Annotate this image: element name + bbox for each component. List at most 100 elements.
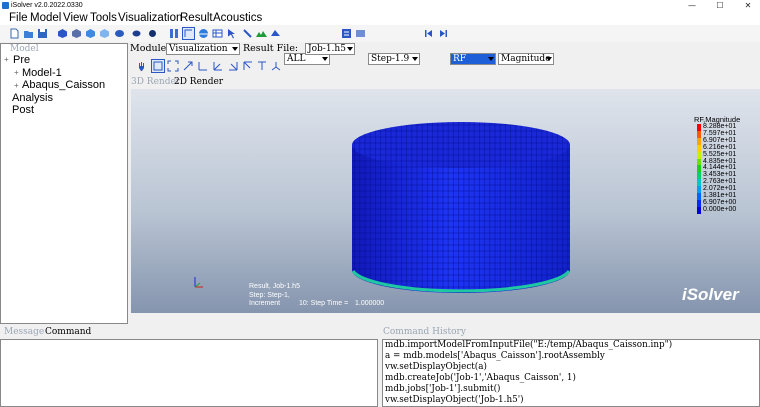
expander-icon[interactable]: +	[14, 68, 19, 77]
fit-view-icon[interactable]	[167, 60, 179, 72]
filter-select-value: ALL	[287, 54, 306, 64]
close-button[interactable]: ✕	[741, 0, 755, 11]
result-file-icon[interactable]	[341, 28, 352, 39]
tree-item-pre[interactable]: Pre	[13, 54, 30, 66]
render-viewport[interactable]: RF,Magnitude 8.288e+01 7.597e+01 6.907e+01…	[131, 89, 760, 313]
menu-view[interactable]: View	[63, 11, 88, 25]
surface-icon[interactable]	[114, 28, 125, 39]
shell-icon[interactable]	[131, 28, 142, 39]
tree-item-abaqus-caisson[interactable]: Abaqus_Caisson	[22, 79, 105, 91]
menu-file[interactable]: File	[9, 11, 28, 25]
chevron-down-icon	[412, 57, 418, 61]
result-file-label: Result File:	[243, 43, 299, 54]
module-label: Module:	[130, 43, 170, 54]
view-right-icon[interactable]	[242, 60, 254, 72]
app-icon	[2, 2, 9, 9]
menu-bar: File Model View Tools Visualization Resu…	[0, 11, 760, 25]
mesh-part-icon[interactable]	[99, 28, 110, 39]
new-file-icon[interactable]	[9, 28, 20, 39]
legend-swatch	[697, 206, 701, 215]
select-cursor-icon[interactable]	[226, 28, 237, 39]
history-line[interactable]: vw.setDisplayObject('Job-1.h5')	[383, 395, 759, 406]
chevron-down-icon	[546, 57, 552, 61]
tree-item-model-1[interactable]: Model-1	[22, 67, 62, 79]
terrain-icon[interactable]	[256, 28, 267, 39]
layout-icon[interactable]	[169, 28, 180, 39]
chevron-down-icon	[347, 47, 353, 51]
legend-value: 0.000e+00	[703, 205, 737, 213]
title-bar: iSolver v2.0.2022.0330 — ☐ ✕	[0, 0, 760, 11]
assembly-icon[interactable]	[71, 28, 82, 39]
render-mode-icon[interactable]	[182, 27, 195, 40]
tree-item-post[interactable]: Post	[12, 104, 34, 116]
tree-item-analysis[interactable]: Analysis	[12, 92, 53, 104]
cut-plane-icon[interactable]	[270, 28, 281, 39]
previous-frame-icon[interactable]	[424, 28, 435, 39]
chevron-down-icon	[232, 47, 238, 51]
menu-model[interactable]: Model	[30, 11, 61, 25]
menu-tools[interactable]: Tools	[90, 11, 117, 25]
minimize-button[interactable]: —	[685, 0, 699, 11]
history-line[interactable]: a = mdb.models['Abaqus_Caisson'].rootAss…	[383, 351, 759, 362]
menu-result[interactable]: Result	[180, 11, 213, 25]
shading-icon[interactable]	[198, 28, 209, 39]
part-icon[interactable]	[57, 28, 68, 39]
isolver-brand: iSolver	[682, 285, 739, 304]
component-select-value: Magnitude	[501, 54, 551, 64]
expander-icon[interactable]: +	[14, 81, 19, 90]
history-line[interactable]: mdb.importModelFromInputFile("E:/temp/Ab…	[383, 340, 759, 351]
field-output-select[interactable]: RF	[450, 53, 496, 65]
history-line[interactable]: mdb.createJob('Job-1','Abaqus_Caisson', …	[383, 373, 759, 384]
open-folder-icon[interactable]	[23, 28, 34, 39]
table-icon[interactable]	[212, 28, 223, 39]
view-top-icon[interactable]	[256, 60, 268, 72]
pan-icon[interactable]	[136, 60, 148, 72]
mesh-icon[interactable]	[85, 28, 96, 39]
info-result: Result, Job-1.h5	[249, 283, 300, 290]
view-iso-icon[interactable]	[270, 60, 282, 72]
info-increment-label: Increment	[249, 300, 281, 307]
menu-visualization[interactable]: Visualization	[118, 11, 182, 25]
component-select[interactable]: Magnitude	[498, 53, 554, 65]
command-history-title: Command History	[383, 327, 466, 337]
chevron-down-icon	[488, 57, 494, 61]
chevron-down-icon	[322, 57, 328, 61]
result-file-value: Job-1.h5	[308, 44, 346, 54]
caisson-model[interactable]	[131, 89, 760, 313]
step-select-value: Step-1.9	[371, 54, 410, 64]
view-front-icon[interactable]	[197, 60, 209, 72]
history-line[interactable]: mdb.jobs['Job-1'].submit()	[383, 384, 759, 395]
expander-icon[interactable]: +	[4, 55, 9, 64]
view-left-icon[interactable]	[227, 60, 239, 72]
rotate-view-icon[interactable]	[182, 60, 194, 72]
main-toolbar: ALL Step-1.9 RF Magnitude	[0, 25, 760, 65]
view-back-icon[interactable]	[212, 60, 224, 72]
info-increment-value: 10: Step Time =	[299, 300, 349, 307]
command-history[interactable]: mdb.importModelFromInputFile("E:/temp/Ab…	[382, 339, 760, 407]
zoom-box-icon[interactable]	[151, 59, 165, 73]
message-output[interactable]	[0, 339, 378, 407]
tab-command[interactable]: Command	[45, 327, 91, 337]
maximize-button[interactable]: ☐	[713, 0, 727, 11]
save-icon[interactable]	[37, 28, 48, 39]
tab-2d-render[interactable]: 2D Render	[174, 77, 223, 87]
field-select-value: RF	[453, 54, 467, 64]
probe-icon[interactable]	[242, 28, 253, 39]
axis-triad	[194, 277, 203, 288]
frame-icon[interactable]	[355, 28, 366, 39]
window-title: iSolver v2.0.2022.0330	[11, 2, 83, 9]
step-select[interactable]: Step-1.9	[368, 53, 420, 65]
next-frame-icon[interactable]	[437, 28, 448, 39]
menu-acoustics[interactable]: Acoustics	[213, 11, 262, 25]
module-select-value: Visualization	[169, 44, 228, 54]
result-file-select[interactable]: Job-1.h5	[305, 43, 355, 55]
model-panel-header: Model	[10, 44, 39, 54]
info-step: Step: Step-1,	[249, 292, 290, 299]
info-step-time: 1.000000	[355, 300, 385, 307]
caisson-top-mesh	[352, 122, 570, 168]
tab-message[interactable]: Message	[4, 327, 44, 337]
module-select[interactable]: Visualization	[166, 43, 240, 55]
history-line[interactable]: vw.setDisplayObject(a)	[383, 362, 759, 373]
tab-3d-render[interactable]: 3D Render	[131, 77, 180, 87]
sphere-icon[interactable]	[147, 28, 158, 39]
